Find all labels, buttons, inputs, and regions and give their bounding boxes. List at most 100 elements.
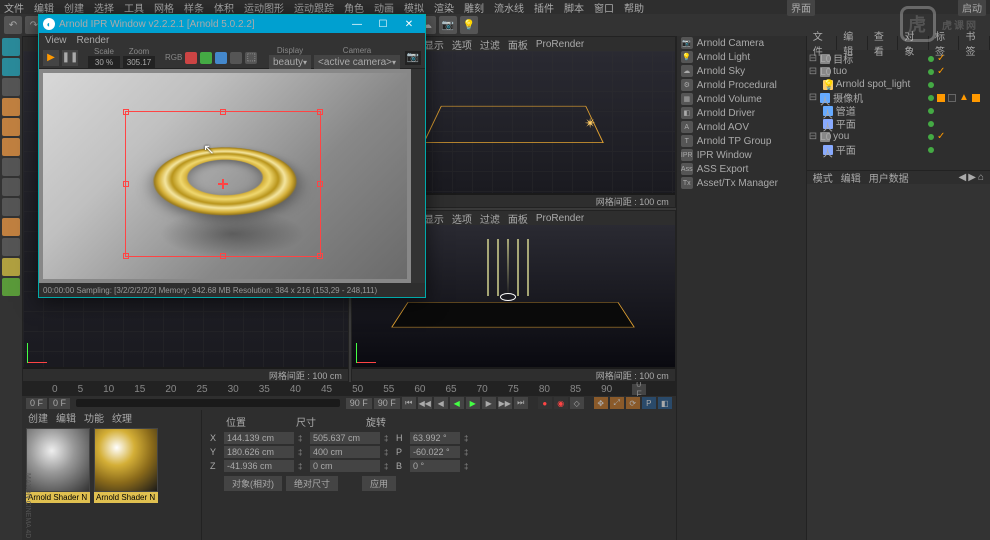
- ipr-window[interactable]: ◐ Arnold IPR Window v2.2.2.1 [Arnold 5.0…: [38, 14, 426, 298]
- ipr-snapshot-icon[interactable]: 📷: [405, 51, 421, 65]
- key-pos-icon[interactable]: ✥: [594, 397, 608, 409]
- light-icon[interactable]: 💡: [460, 16, 478, 34]
- next-frame-icon[interactable]: ▶: [482, 397, 496, 409]
- arnold-txman-item[interactable]: TxAsset/Tx Manager: [677, 176, 806, 190]
- viewport-solo-icon[interactable]: [2, 178, 20, 196]
- mat-tab-func[interactable]: 功能: [84, 410, 104, 425]
- pos-z-field[interactable]: -41.936 cm: [224, 460, 294, 472]
- maximize-icon[interactable]: ☐: [371, 16, 395, 32]
- range-start2[interactable]: 0 F: [49, 398, 70, 409]
- material-thumb-0[interactable]: Arnold Shader N: [26, 428, 90, 503]
- menu-tools[interactable]: 工具: [124, 0, 144, 15]
- rot-p-field[interactable]: -60.022 °: [410, 446, 460, 458]
- model-mode-icon[interactable]: [2, 38, 20, 56]
- menu-sculpt[interactable]: 雕刻: [464, 0, 484, 15]
- menu-edit[interactable]: 编辑: [34, 0, 54, 15]
- menu-spline[interactable]: 样条: [184, 0, 204, 15]
- ipr-camera-dropdown[interactable]: <active camera> ▾: [314, 55, 400, 69]
- frame-current[interactable]: 0 F: [632, 384, 646, 395]
- next-key-icon[interactable]: ▶▶: [498, 397, 512, 409]
- obj-tab-objects[interactable]: 对象: [898, 36, 929, 50]
- point-mode-icon[interactable]: [2, 98, 20, 116]
- obj-tab-edit[interactable]: 编辑: [837, 36, 868, 50]
- ipr-g-icon[interactable]: [200, 52, 212, 64]
- menu-render[interactable]: 渲染: [434, 0, 454, 15]
- menu-select[interactable]: 选择: [94, 0, 114, 15]
- snap-toggle-icon[interactable]: [2, 258, 20, 276]
- obj-tab-view[interactable]: 查看: [868, 36, 899, 50]
- range-start[interactable]: 0 F: [26, 398, 47, 409]
- key-param-icon[interactable]: P: [642, 397, 656, 409]
- attr-tab-userdata[interactable]: 用户数据: [869, 170, 909, 185]
- menu-create[interactable]: 创建: [64, 0, 84, 15]
- ipr-render-view[interactable]: ↖: [39, 69, 425, 283]
- key-pla-icon[interactable]: ◧: [658, 397, 672, 409]
- pos-y-field[interactable]: 180.626 cm: [224, 446, 294, 458]
- undo-icon[interactable]: ↶: [4, 16, 22, 34]
- coord-size-dropdown[interactable]: 绝对尺寸: [286, 476, 338, 491]
- key-sel-icon[interactable]: ◇: [570, 397, 584, 409]
- key-rot-icon[interactable]: ⟳: [626, 397, 640, 409]
- autokey-icon[interactable]: ◉: [554, 397, 568, 409]
- material-thumb-1[interactable]: Arnold Shader N: [94, 428, 158, 503]
- record-icon[interactable]: ●: [538, 397, 552, 409]
- play-back-icon[interactable]: ◀: [450, 397, 464, 409]
- rot-b-field[interactable]: 0 °: [410, 460, 460, 472]
- play-fwd-icon[interactable]: ▶: [466, 397, 480, 409]
- timeline-ruler[interactable]: 0510 152025 303540 455055 606570 758085 …: [22, 382, 676, 396]
- mat-tab-edit[interactable]: 编辑: [56, 410, 76, 425]
- workplane-icon[interactable]: [2, 238, 20, 256]
- minimize-icon[interactable]: —: [345, 16, 369, 32]
- menu-window[interactable]: 窗口: [594, 0, 614, 15]
- key-scale-icon[interactable]: ⤢: [610, 397, 624, 409]
- ipr-a-icon[interactable]: [230, 52, 242, 64]
- ipr-display-dropdown[interactable]: beauty ▾: [269, 55, 311, 69]
- ipr-region-box[interactable]: [125, 111, 321, 257]
- arnold-aov-item[interactable]: AArnold AOV: [677, 120, 806, 134]
- menu-mograph[interactable]: 运动图形: [244, 0, 284, 15]
- goto-start-icon[interactable]: ⏮: [402, 397, 416, 409]
- attr-tab-mode[interactable]: 模式: [813, 170, 833, 185]
- layout-dropdown[interactable]: 启动: [958, 0, 986, 16]
- ipr-scrollbar[interactable]: [411, 69, 425, 283]
- object-mode-icon[interactable]: [2, 58, 20, 76]
- arnold-light-item[interactable]: 💡Arnold Light: [677, 50, 806, 64]
- arnold-driver-item[interactable]: ◧Arnold Driver: [677, 106, 806, 120]
- ipr-titlebar[interactable]: ◐ Arnold IPR Window v2.2.2.1 [Arnold 5.0…: [39, 15, 425, 33]
- obj-tab-bookmarks[interactable]: 书签: [959, 36, 990, 50]
- arnold-volume-item[interactable]: ▦Arnold Volume: [677, 92, 806, 106]
- coord-apply-button[interactable]: 应用: [362, 476, 396, 491]
- obj-tab-tags[interactable]: 标签: [929, 36, 960, 50]
- goto-end-icon[interactable]: ⏭: [514, 397, 528, 409]
- arnold-procedural-item[interactable]: ⚙Arnold Procedural: [677, 78, 806, 92]
- prev-key-icon[interactable]: ◀◀: [418, 397, 432, 409]
- ipr-menu-render[interactable]: Render: [77, 35, 110, 46]
- menu-plugins[interactable]: 插件: [534, 0, 554, 15]
- soft-select-icon[interactable]: [2, 278, 20, 296]
- edge-mode-icon[interactable]: [2, 118, 20, 136]
- arnold-sky-item[interactable]: ☁Arnold Sky: [677, 64, 806, 78]
- menu-pipeline[interactable]: 流水线: [494, 0, 524, 15]
- close-icon[interactable]: ✕: [397, 16, 421, 32]
- object-tree[interactable]: ⊟L0目标 ⊟L0tuo 💡Arnold spot_light ⊟人摄像机 人管…: [807, 50, 990, 170]
- ipr-pause-icon[interactable]: ❚❚: [62, 50, 78, 66]
- camera-icon[interactable]: 📷: [439, 16, 457, 34]
- mat-tab-create[interactable]: 创建: [28, 410, 48, 425]
- coord-mode-dropdown[interactable]: 对象(相对): [224, 476, 282, 491]
- texture-mode-icon[interactable]: [2, 78, 20, 96]
- arnold-ass-item[interactable]: AssASS Export: [677, 162, 806, 176]
- menu-tracker[interactable]: 运动跟踪: [294, 0, 334, 15]
- ipr-zoom-field[interactable]: 305.17: [123, 56, 155, 68]
- attr-nav-prev-icon[interactable]: ◀: [959, 172, 967, 183]
- ipr-b-icon[interactable]: [215, 52, 227, 64]
- ipr-play-icon[interactable]: ▶: [43, 50, 59, 66]
- attr-nav-up-icon[interactable]: ▶: [968, 172, 976, 183]
- attr-nav-home-icon[interactable]: ⌂: [978, 172, 984, 183]
- axis-mode-icon[interactable]: [2, 158, 20, 176]
- tweak-mode-icon[interactable]: [2, 198, 20, 216]
- pos-x-field[interactable]: 144.139 cm: [224, 432, 294, 444]
- timeline-slider[interactable]: [76, 399, 340, 407]
- arnold-camera-item[interactable]: 📷Arnold Camera: [677, 36, 806, 50]
- ipr-r-icon[interactable]: [185, 52, 197, 64]
- poly-mode-icon[interactable]: [2, 138, 20, 156]
